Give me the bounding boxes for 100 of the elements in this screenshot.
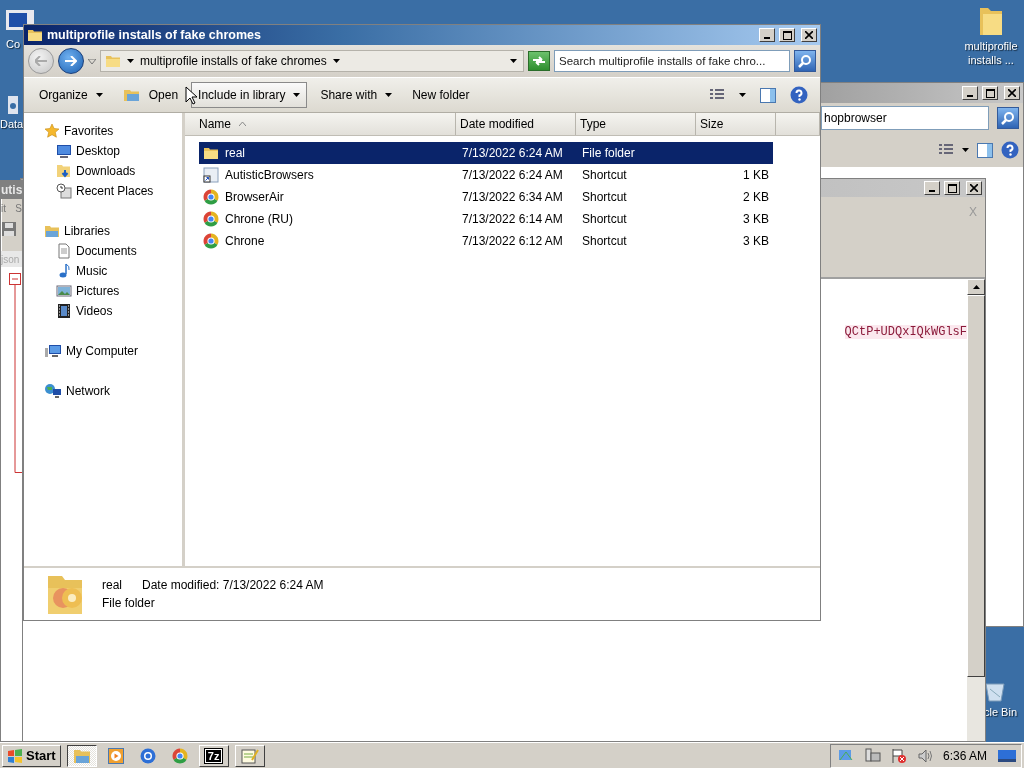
caret-icon [95, 93, 103, 97]
cursor-icon [185, 86, 197, 105]
film-icon [56, 303, 72, 319]
star-icon [44, 123, 60, 139]
file-name: Chrone (RU) [225, 212, 293, 226]
search-field[interactable]: hopbrowser [821, 106, 989, 130]
document-icon [56, 243, 72, 259]
nav-item[interactable]: Recent Places [24, 181, 182, 201]
browser-icon [203, 233, 219, 249]
details-type: File folder [102, 596, 156, 610]
caret-icon [332, 59, 340, 63]
maximize-button[interactable] [944, 181, 960, 195]
toolbar-button[interactable]: Open [115, 82, 186, 108]
toolbar-button[interactable]: New folder [405, 82, 477, 108]
nav-item[interactable]: Libraries [24, 221, 182, 241]
maximize-icon [947, 183, 957, 193]
file-row[interactable]: BrowserAir 7/13/2022 6:34 AM Shortcut 2 KB [199, 186, 773, 208]
nav-item[interactable]: Downloads [24, 161, 182, 181]
maximize-icon [782, 30, 792, 40]
library-icon [44, 223, 60, 239]
details-date: Date modified: 7/13/2022 6:24 AM [142, 578, 324, 592]
maximize-button[interactable] [779, 28, 795, 42]
file-name: real [225, 146, 245, 160]
notepad-icon [240, 747, 259, 764]
nav-item[interactable]: Pictures [24, 281, 182, 301]
shortcut-icon [203, 167, 219, 183]
clock: 6:36 AM [942, 748, 987, 763]
windows-logo-icon [7, 748, 23, 763]
file-name: AutisticBrowsers [225, 168, 314, 182]
flag-error-icon [890, 747, 907, 764]
desktop-icon-label[interactable]: multiprofile installs ... [958, 39, 1024, 67]
recent-places-icon [56, 183, 72, 199]
date-cell: 7/13/2022 6:14 AM [462, 212, 563, 226]
download-folder-icon [56, 163, 72, 179]
address-bar[interactable]: multiprofile installs of fake chromes [100, 50, 524, 72]
nav-item[interactable]: Documents [24, 241, 182, 261]
search-field[interactable]: Search multiprofile installs of fake chro... [554, 50, 790, 72]
type-cell: Shortcut [582, 190, 627, 204]
pictures-icon [56, 283, 72, 299]
taskbar-app-button[interactable]: 7z [198, 744, 229, 767]
preview-pane-icon [760, 87, 776, 103]
taskbar-app-button[interactable] [66, 744, 97, 767]
date-cell: 7/13/2022 6:24 AM [462, 146, 563, 160]
close-icon [1008, 89, 1016, 97]
toolbar-button[interactable]: Include in library [191, 82, 308, 108]
maximize-button[interactable] [982, 86, 998, 100]
browser-icon [203, 211, 219, 227]
nav-item[interactable]: Videos [24, 301, 182, 321]
start-button[interactable]: Start [2, 744, 61, 767]
search-button[interactable] [997, 107, 1019, 129]
scrollbar[interactable] [967, 279, 985, 741]
search-icon [798, 54, 812, 68]
type-cell: Shortcut [582, 234, 627, 248]
back-arrow-icon [35, 56, 47, 66]
file-row[interactable]: Chrone 7/13/2022 6:12 AM Shortcut 3 KB [199, 230, 773, 252]
refresh-button[interactable] [528, 51, 550, 71]
nav-item[interactable]: My Computer [24, 341, 182, 361]
details-view-icon [938, 143, 954, 157]
size-cell: 3 KB [743, 234, 769, 248]
column-header[interactable]: Name [185, 113, 456, 135]
file-row[interactable]: AutisticBrowsers 7/13/2022 6:24 AM Shortcut 1 KB [199, 164, 773, 186]
minimize-button[interactable] [924, 181, 940, 195]
minimize-button[interactable] [962, 86, 978, 100]
nav-item[interactable]: Music [24, 261, 182, 281]
desktop-icon [56, 143, 72, 159]
refresh-arrows-icon [532, 55, 546, 67]
minimize-button[interactable] [759, 28, 775, 42]
file-name: BrowserAir [225, 190, 284, 204]
forward-arrow-icon [65, 56, 77, 66]
type-cell: File folder [582, 146, 635, 160]
size-cell: 3 KB [743, 212, 769, 226]
nav-item[interactable]: Desktop [24, 141, 182, 161]
search-button[interactable] [794, 50, 816, 72]
toolbar-button[interactable]: Organize [32, 82, 110, 108]
folder-icon [203, 145, 219, 161]
preview-pane-icon [977, 142, 993, 158]
close-button[interactable] [1004, 86, 1020, 100]
play-icon [107, 747, 124, 764]
help-icon [790, 86, 808, 104]
close-button[interactable] [966, 181, 982, 195]
toolbar-button[interactable]: Share with [313, 82, 400, 108]
file-row[interactable]: Chrone (RU) 7/13/2022 6:14 AM Shortcut 3 KB [199, 208, 773, 230]
forward-button[interactable] [58, 48, 84, 74]
column-header[interactable]: Type [576, 113, 696, 135]
folder-icon [72, 747, 91, 764]
scroll-up-button[interactable] [967, 279, 985, 295]
desktop-icon-label[interactable]: Co [6, 37, 21, 51]
column-header[interactable]: Size [696, 113, 776, 135]
browser-icon [171, 747, 188, 764]
dropdown-caret-icon [510, 59, 517, 63]
close-button[interactable] [801, 28, 817, 42]
desktop-icon-label[interactable]: Data [0, 117, 24, 131]
network-icon [44, 383, 62, 399]
nav-item[interactable]: Favorites [24, 121, 182, 141]
column-header[interactable]: Date modified [456, 113, 576, 135]
size-cell: 2 KB [743, 190, 769, 204]
nav-item[interactable]: Network [24, 381, 182, 401]
file-row[interactable]: real 7/13/2022 6:24 AM File folder [199, 142, 773, 164]
caret-icon [127, 59, 134, 63]
caret-icon [385, 93, 393, 97]
